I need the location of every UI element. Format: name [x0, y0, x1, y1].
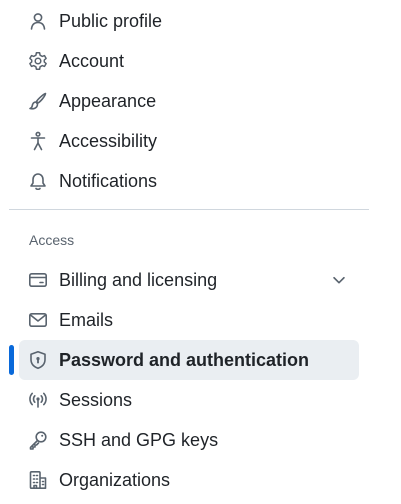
key-icon [27, 429, 49, 451]
sidebar-item-label: Public profile [59, 11, 163, 31]
paintbrush-icon [27, 90, 49, 112]
accessibility-icon [27, 130, 49, 152]
sidebar-item-label: Emails [59, 310, 114, 330]
organization-icon [27, 469, 49, 491]
sidebar-item-ssh-and-gpg-keys[interactable]: SSH and GPG keys [19, 420, 359, 460]
sidebar-item-label: Account [59, 51, 125, 71]
sidebar-item-notifications[interactable]: Notifications [19, 161, 359, 201]
sidebar-item-billing-and-licensing[interactable]: Billing and licensing [19, 260, 359, 300]
sidebar-item-organizations[interactable]: Organizations [19, 460, 359, 500]
sidebar-item-label: SSH and GPG keys [59, 430, 219, 450]
sidebar-item-appearance[interactable]: Appearance [19, 81, 359, 121]
active-item-indicator [9, 345, 14, 375]
mail-icon [27, 309, 49, 331]
sidebar-item-label: Billing and licensing [59, 270, 218, 290]
sidebar-divider [9, 209, 369, 210]
sidebar-item-accessibility[interactable]: Accessibility [19, 121, 359, 161]
broadcast-icon [27, 389, 49, 411]
sidebar-item-label: Notifications [59, 171, 158, 191]
person-icon [27, 10, 49, 32]
sidebar-item-label: Sessions [59, 390, 133, 410]
bell-icon [27, 170, 49, 192]
sidebar-item-sessions[interactable]: Sessions [19, 380, 359, 420]
chevron-down-icon[interactable] [329, 270, 349, 290]
sidebar-item-label: Appearance [59, 91, 157, 111]
sidebar-item-label: Password and authentication [59, 350, 310, 370]
sidebar-item-password-and-authentication[interactable]: Password and authentication [19, 340, 359, 380]
sidebar-item-emails[interactable]: Emails [19, 300, 359, 340]
credit-card-icon [27, 269, 49, 291]
sidebar-item-label: Accessibility [59, 131, 158, 151]
gear-icon [27, 50, 49, 72]
section-heading-access: Access [29, 232, 75, 248]
sidebar-item-public-profile[interactable]: Public profile [19, 1, 359, 41]
shield-lock-icon [27, 349, 49, 371]
sidebar-item-label: Organizations [59, 470, 171, 490]
sidebar-item-account[interactable]: Account [19, 41, 359, 81]
